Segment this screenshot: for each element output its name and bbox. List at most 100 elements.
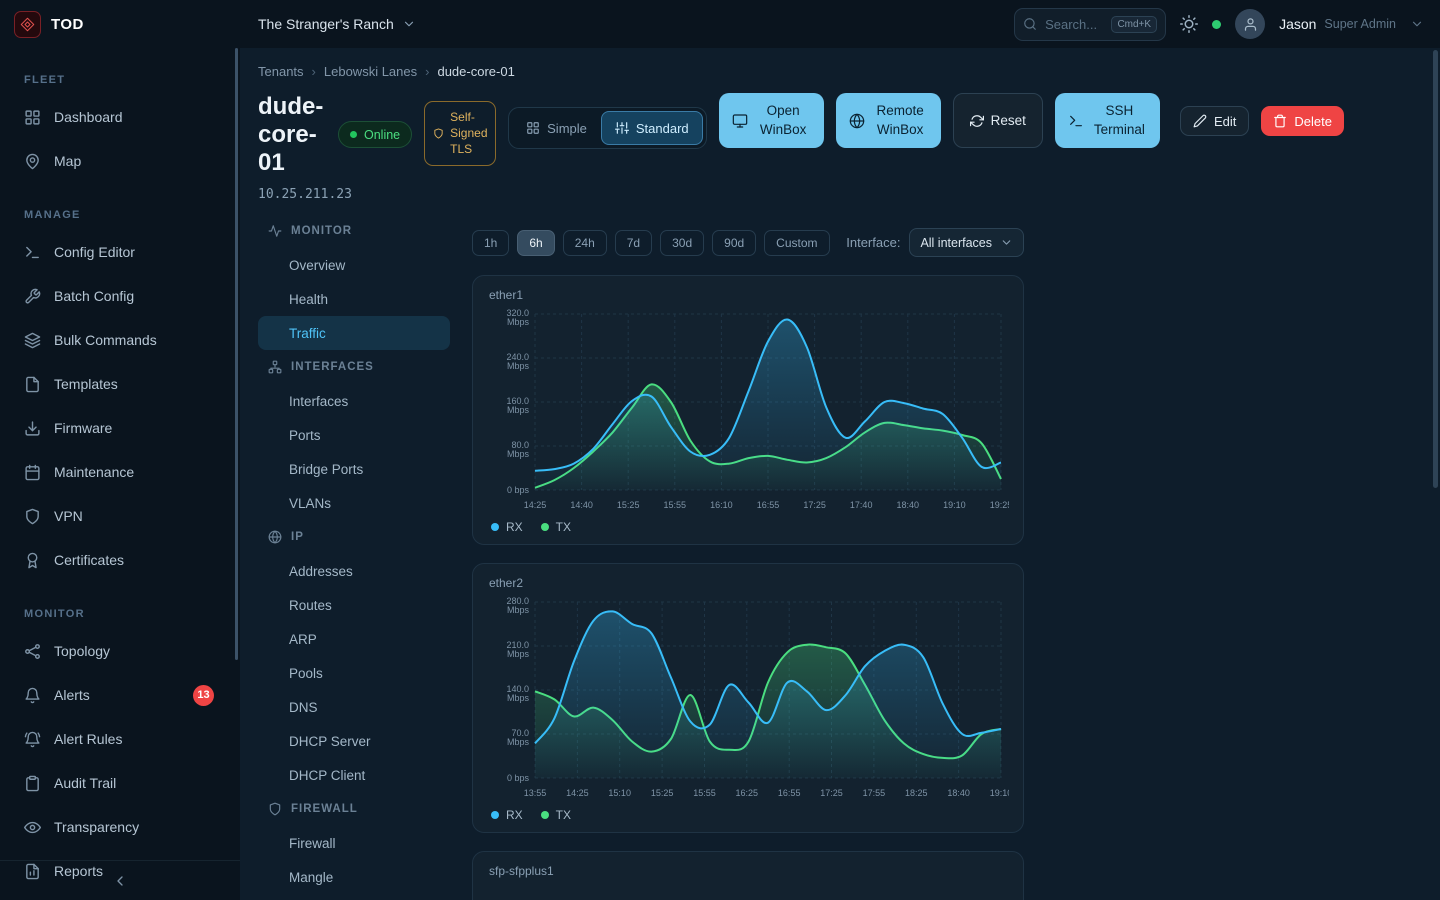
sliders-icon	[615, 121, 629, 135]
grid-icon	[24, 109, 41, 126]
svg-text:15:25: 15:25	[651, 788, 674, 798]
svg-text:18:40: 18:40	[947, 788, 970, 798]
sidebar-item-topology[interactable]: Topology	[0, 629, 240, 673]
bell-icon	[24, 687, 41, 704]
subnav-item-bridge-ports[interactable]: Bridge Ports	[258, 452, 450, 486]
subnav-item-traffic[interactable]: Traffic	[258, 316, 450, 350]
sidebar-item-config-editor[interactable]: Config Editor	[0, 230, 240, 274]
sidebar-item-audit-trail[interactable]: Audit Trail	[0, 761, 240, 805]
sidebar-item-vpn[interactable]: VPN	[0, 494, 240, 538]
subnav-item-pools[interactable]: Pools	[258, 656, 450, 690]
user-name: Jason	[1279, 16, 1316, 32]
range-90d-button[interactable]: 90d	[712, 230, 756, 256]
svg-text:16:10: 16:10	[710, 500, 733, 510]
legend-dot-icon	[541, 811, 549, 819]
topbar: TOD The Stranger's Ranch Search... Cmd+K…	[0, 0, 1440, 48]
svg-text:18:40: 18:40	[897, 500, 920, 510]
sidebar-item-alerts[interactable]: Alerts13	[0, 673, 240, 717]
subnav-item-overview[interactable]: Overview	[258, 248, 450, 282]
bell-ring-icon	[24, 731, 41, 748]
open-winbox-button[interactable]: Open WinBox	[719, 93, 824, 148]
sidebar-item-firmware[interactable]: Firmware	[0, 406, 240, 450]
chevron-down-icon	[1000, 236, 1013, 249]
sidebar-item-bulk-commands[interactable]: Bulk Commands	[0, 318, 240, 362]
time-range-group: 1h 6h 24h 7d 30d 90d Custom	[472, 230, 830, 256]
brand: TOD	[0, 11, 240, 38]
theme-toggle-sun-icon[interactable]	[1180, 15, 1198, 33]
breadcrumb-item[interactable]: Tenants	[258, 64, 304, 79]
online-dot-icon	[350, 131, 357, 138]
sidebar-scrollbar[interactable]	[235, 48, 238, 660]
download-icon	[24, 420, 41, 437]
main-content: Tenants›Lebowski Lanes›dude-core-01 dude…	[240, 48, 1440, 900]
ssh-terminal-button[interactable]: SSH Terminal	[1055, 93, 1160, 148]
search-input[interactable]: Search... Cmd+K	[1014, 8, 1166, 41]
subnav-item-dns[interactable]: DNS	[258, 690, 450, 724]
subnav-item-dhcp-server[interactable]: DHCP Server	[258, 724, 450, 758]
user-role: Super Admin	[1324, 17, 1396, 31]
sidebar-item-batch-config[interactable]: Batch Config	[0, 274, 240, 318]
subnav-item-firewall[interactable]: Firewall	[258, 826, 450, 860]
subnav-group-ip: IP	[258, 520, 450, 554]
shield-icon	[24, 508, 41, 525]
mode-simple-option[interactable]: Simple	[512, 111, 601, 145]
mode-standard-option[interactable]: Standard	[601, 111, 703, 145]
sidebar-item-map[interactable]: Map	[0, 139, 240, 183]
range-6h-button[interactable]: 6h	[517, 230, 554, 256]
sidebar-item-alert-rules[interactable]: Alert Rules	[0, 717, 240, 761]
grid-icon	[526, 121, 540, 135]
subnav-item-routes[interactable]: Routes	[258, 588, 450, 622]
subnav-item-dhcp-client[interactable]: DHCP Client	[258, 758, 450, 792]
sidebar-item-templates[interactable]: Templates	[0, 362, 240, 406]
sidebar-item-dashboard[interactable]: Dashboard	[0, 95, 240, 139]
diamond-icon	[20, 17, 35, 32]
traffic-chart-card-ether1: ether1320.0Mbps240.0Mbps160.0Mbps80.0Mbp…	[472, 275, 1024, 545]
sidebar-item-maintenance[interactable]: Maintenance	[0, 450, 240, 494]
subnav-item-mangle[interactable]: Mangle	[258, 860, 450, 894]
legend-item-tx: TX	[541, 808, 571, 822]
page-title: dude-core-01	[258, 93, 326, 177]
svg-text:18:25: 18:25	[905, 788, 928, 798]
subnav-item-interfaces[interactable]: Interfaces	[258, 384, 450, 418]
avatar[interactable]	[1235, 9, 1265, 39]
svg-text:17:40: 17:40	[850, 500, 873, 510]
sidebar-item-transparency[interactable]: Transparency	[0, 805, 240, 849]
subnav-item-arp[interactable]: ARP	[258, 622, 450, 656]
terminal-icon	[24, 244, 41, 261]
delete-button[interactable]: Delete	[1261, 106, 1344, 136]
user-menu-chevron-icon[interactable]	[1410, 17, 1424, 31]
remote-winbox-button[interactable]: Remote WinBox	[836, 93, 941, 148]
chevron-down-icon	[402, 17, 416, 31]
edit-button[interactable]: Edit	[1180, 106, 1249, 136]
range-24h-button[interactable]: 24h	[563, 230, 607, 256]
subnav-item-health[interactable]: Health	[258, 282, 450, 316]
subnav-item-ports[interactable]: Ports	[258, 418, 450, 452]
main-scrollbar[interactable]	[1433, 50, 1438, 488]
brand-name: TOD	[51, 16, 84, 33]
interface-select-value: All interfaces	[920, 236, 992, 250]
range-7d-button[interactable]: 7d	[615, 230, 652, 256]
reset-button[interactable]: Reset	[953, 93, 1043, 148]
collapse-sidebar-button[interactable]	[112, 873, 128, 889]
sidebar-item-label: Maintenance	[54, 464, 134, 480]
range-custom-button[interactable]: Custom	[764, 230, 829, 256]
svg-text:Mbps: Mbps	[507, 317, 530, 327]
activity-icon	[268, 224, 282, 238]
traffic-chart-card-ether2: ether2280.0Mbps210.0Mbps140.0Mbps70.0Mbp…	[472, 563, 1024, 833]
sidebar-item-certificates[interactable]: Certificates	[0, 538, 240, 582]
pencil-icon	[1193, 114, 1207, 128]
range-1h-button[interactable]: 1h	[472, 230, 509, 256]
file-icon	[24, 376, 41, 393]
legend-item-tx: TX	[541, 520, 571, 534]
range-30d-button[interactable]: 30d	[660, 230, 704, 256]
subnav-item-addr-lists[interactable]: Addr Lists	[258, 894, 450, 900]
interface-select[interactable]: All interfaces	[909, 228, 1024, 257]
subnav-item-vlans[interactable]: VLANs	[258, 486, 450, 520]
breadcrumb-item[interactable]: Lebowski Lanes	[324, 64, 417, 79]
svg-text:Mbps: Mbps	[507, 737, 530, 747]
wrench-icon	[24, 288, 41, 305]
tenant-selector[interactable]: The Stranger's Ranch	[258, 16, 416, 32]
app-logo-icon	[14, 11, 41, 38]
svg-text:17:25: 17:25	[803, 500, 826, 510]
subnav-item-addresses[interactable]: Addresses	[258, 554, 450, 588]
